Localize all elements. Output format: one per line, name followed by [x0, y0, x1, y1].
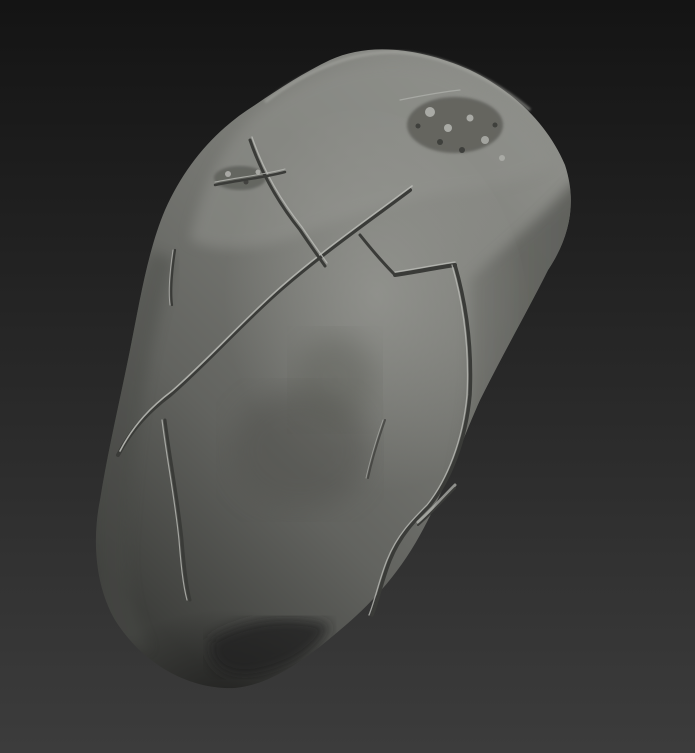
sculpt-viewport[interactable] — [0, 0, 695, 753]
rock-mottle-upper — [295, 335, 375, 425]
viewport-canvas[interactable] — [0, 0, 695, 753]
